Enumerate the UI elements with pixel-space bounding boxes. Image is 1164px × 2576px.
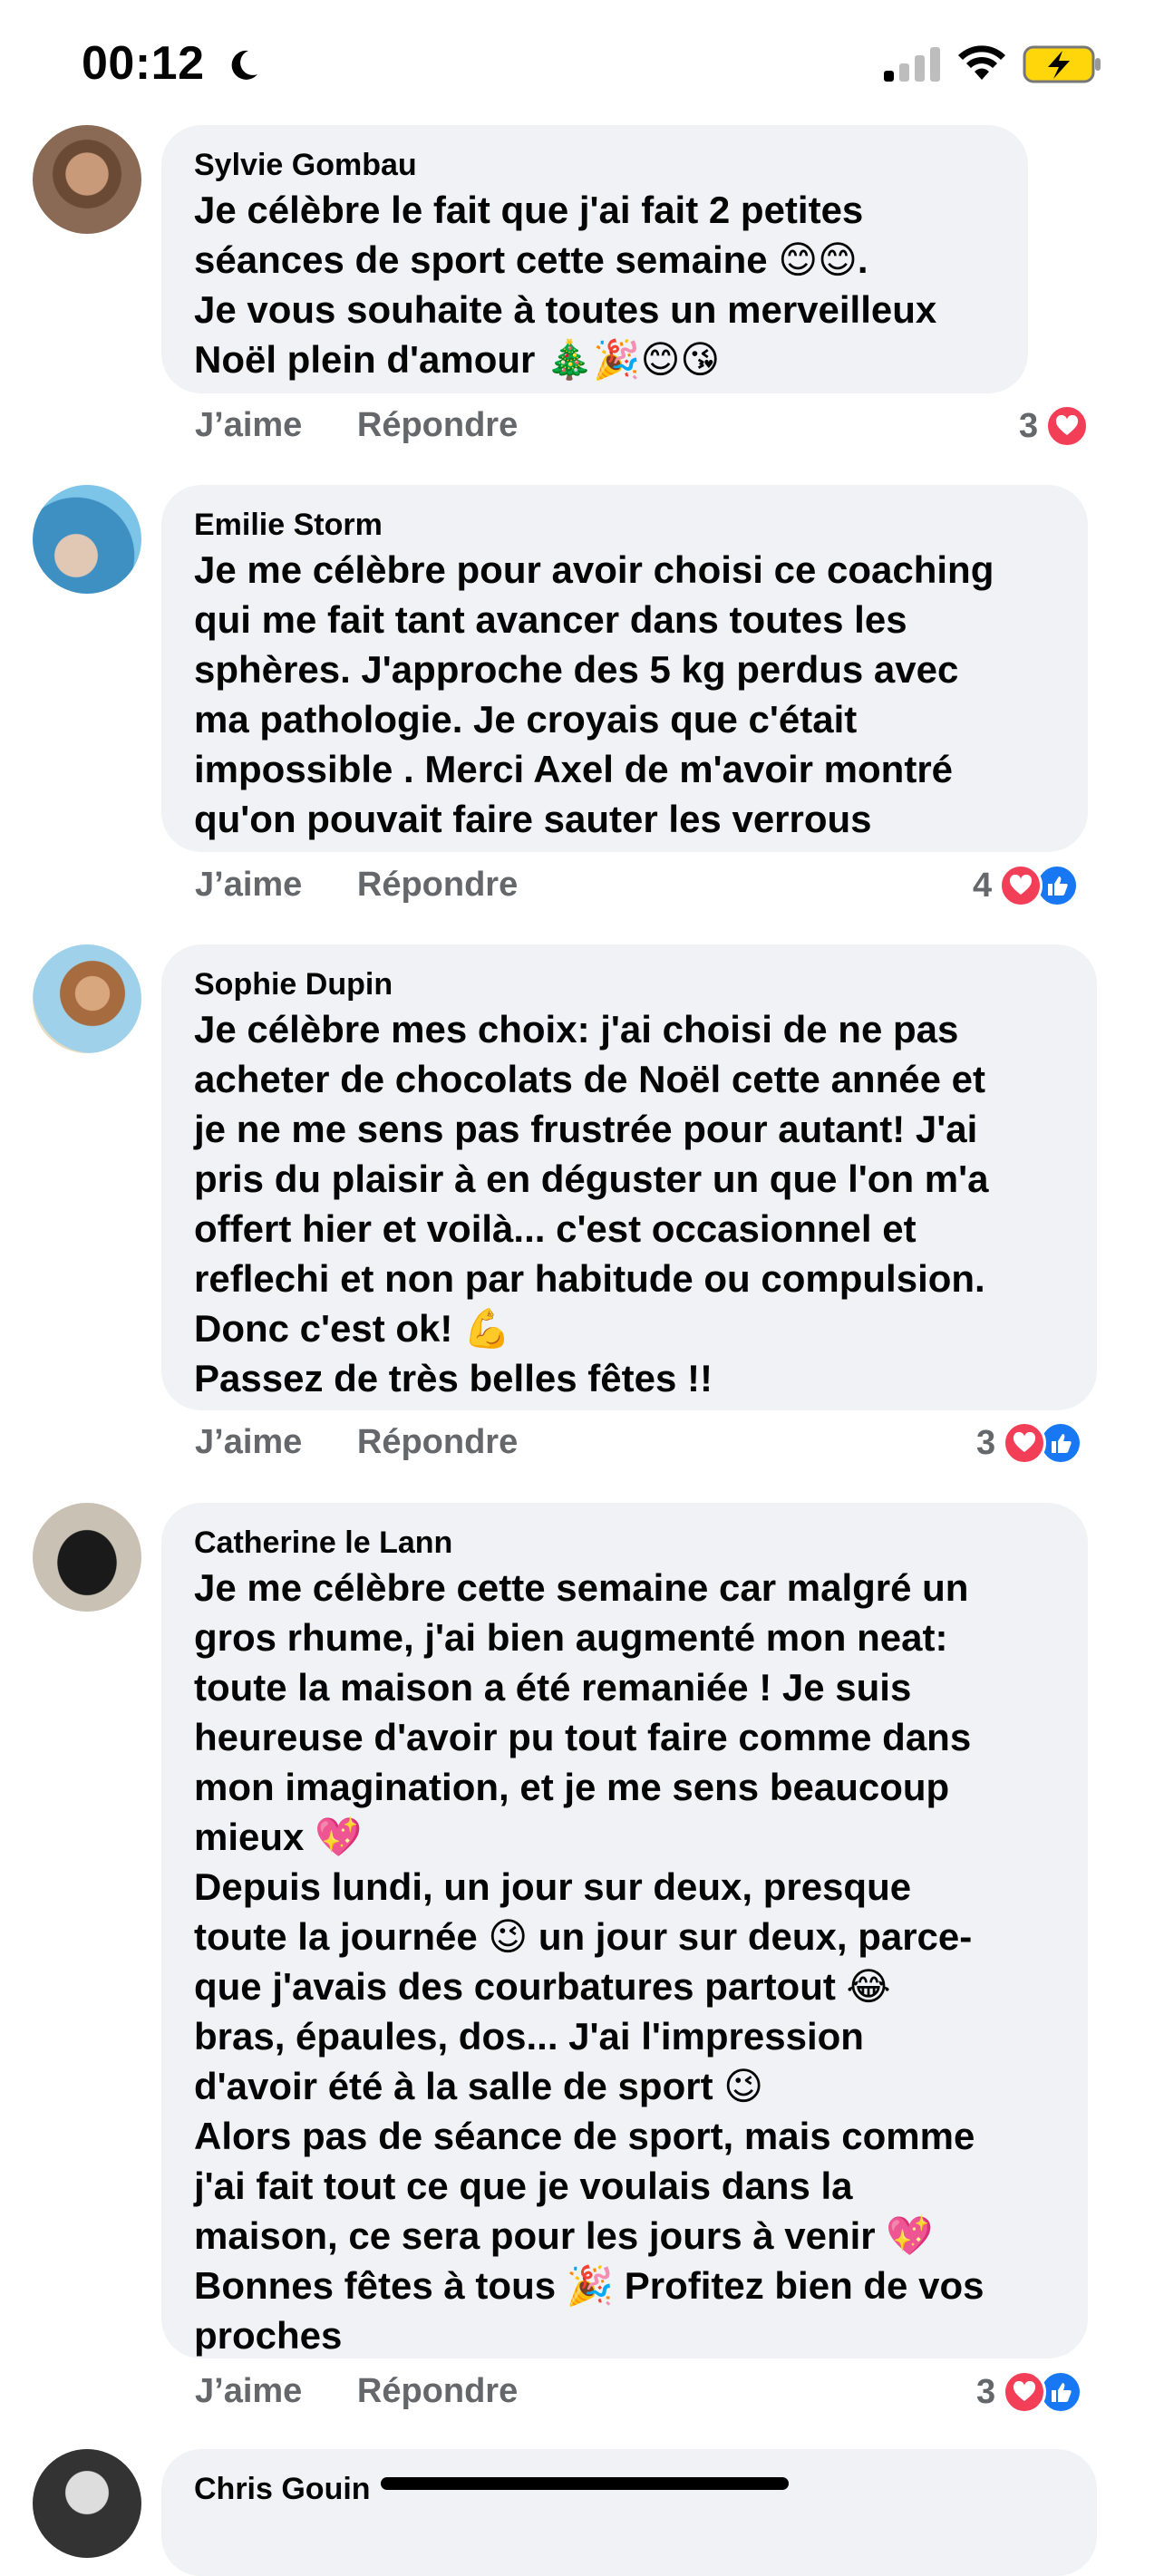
reply-button[interactable]: Répondre [357,866,518,904]
reaction-count: 3 [1019,406,1039,445]
battery-charging-icon [1023,45,1101,83]
reaction-summary[interactable]: 4 [973,864,1080,907]
reaction-summary[interactable]: 3 [976,1421,1083,1465]
comment-text: Je célèbre mes choix: j'ai choisi de ne … [194,1008,989,1399]
comment-bubble: Emilie Storm Je me célèbre pour avoir ch… [161,485,1088,852]
signal-icon [884,47,940,82]
like-button[interactable]: J’aime [195,406,302,444]
comment-actions: J’aime Répondre [195,406,563,445]
avatar[interactable] [33,2449,141,2558]
heart-reaction-icon [999,864,1043,907]
like-button[interactable]: J’aime [195,866,302,904]
home-indicator[interactable] [381,2477,789,2490]
comment-text: Je célèbre le fait que j'ai fait 2 petit… [194,189,937,381]
comment-text: Je me célèbre cette semaine car malgré u… [194,1566,985,2357]
heart-reaction-icon [1045,404,1090,448]
comment-bubble: Catherine le Lann Je me célèbre cette se… [161,1503,1088,2358]
avatar[interactable] [33,1503,141,1612]
reaction-count: 3 [976,1423,996,1462]
reply-button[interactable]: Répondre [357,1423,518,1461]
heart-reaction-icon [1003,1421,1047,1465]
reaction-count: 3 [976,2372,996,2411]
status-bar: 00:12 [0,0,1164,127]
comment-text: Je me célèbre pour avoir choisi ce coach… [194,548,994,840]
avatar[interactable] [33,485,141,594]
reply-button[interactable]: Répondre [357,406,518,444]
wifi-icon [958,45,1005,80]
comment-author[interactable]: Sophie Dupin [194,964,1064,1004]
like-button[interactable]: J’aime [195,2372,302,2410]
reaction-summary[interactable]: 3 [1019,404,1090,448]
avatar[interactable] [33,944,141,1053]
reply-button[interactable]: Répondre [357,2372,518,2410]
heart-reaction-icon [1003,2370,1047,2414]
comment-actions: J’aime Répondre [195,866,563,905]
status-time: 00:12 [82,37,205,90]
like-button[interactable]: J’aime [195,1423,302,1461]
comment-author[interactable]: Emilie Storm [194,505,1055,545]
comment-actions: J’aime Répondre [195,1423,563,1462]
avatar[interactable] [33,125,141,234]
comment-bubble: Chris Gouin [161,2449,1097,2576]
moon-icon [231,50,257,80]
comment-bubble: Sophie Dupin Je célèbre mes choix: j'ai … [161,944,1097,1410]
reaction-summary[interactable]: 3 [976,2370,1083,2414]
reaction-count: 4 [973,866,993,905]
comment-actions: J’aime Répondre [195,2372,563,2411]
comment-author[interactable]: Sylvie Gombau [194,145,995,185]
comment-author[interactable]: Catherine le Lann [194,1523,1055,1563]
comment-bubble: Sylvie Gombau Je célèbre le fait que j'a… [161,125,1028,393]
